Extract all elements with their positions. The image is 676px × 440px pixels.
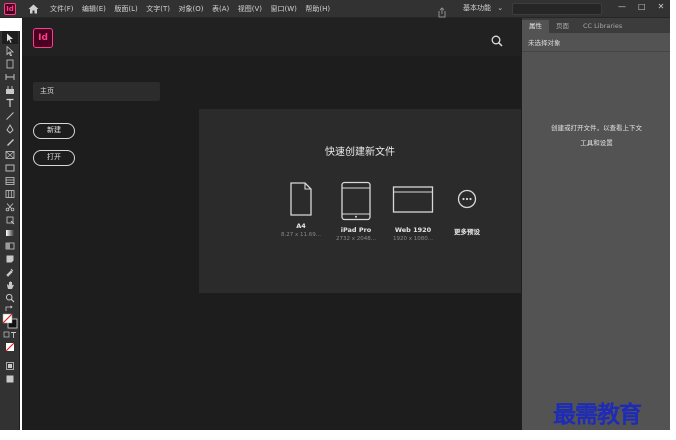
menu-bar: Id 文件(F) 编辑(E) 版面(L) 文字(T) 对象(O) 表(A) 视图… [0, 0, 670, 18]
menu-help[interactable]: 帮助(H) [305, 4, 330, 14]
home-header: Id [22, 18, 521, 56]
free-transform-tool-icon[interactable] [2, 213, 18, 226]
new-button[interactable]: 新建 [33, 123, 75, 139]
page-tool-icon[interactable] [2, 57, 18, 70]
preset-name: 更多预设 [454, 228, 480, 236]
workspace-label: 基本功能 [463, 4, 491, 12]
home-icon[interactable] [26, 2, 40, 16]
menu-edit[interactable]: 编辑(E) [82, 4, 106, 14]
swap-colors-icon[interactable] [2, 304, 18, 312]
menu-file[interactable]: 文件(F) [50, 4, 74, 14]
screen-mode-icon[interactable] [2, 372, 18, 385]
nav-item-home[interactable]: 主页 [33, 82, 160, 101]
preset-size: 1920 x 1080... [393, 236, 433, 242]
tab-properties[interactable]: 属性 [522, 20, 549, 33]
preset-size: 2732 x 2048... [336, 236, 376, 242]
hand-tool-icon[interactable] [2, 278, 18, 291]
panel-message-line1: 创建或打开文件，以查看上下文 [551, 124, 642, 132]
preset-a4[interactable]: A4 8.27 x 11.69... [271, 181, 331, 238]
preset-ipad-pro[interactable]: iPad Pro 2732 x 2048... [326, 181, 386, 242]
quick-create-panel: 快速创建新文件 A4 8.27 x 11.69... iPad Pro 2732… [199, 109, 521, 293]
menu-view[interactable]: 视图(V) [238, 4, 262, 14]
indesign-logo: Id [33, 28, 53, 48]
quick-create-title: 快速创建新文件 [325, 147, 395, 158]
page-icon [290, 182, 312, 216]
rectangle-tool-icon[interactable] [2, 161, 18, 174]
open-button[interactable]: 打开 [33, 150, 75, 166]
panel-message: 创建或打开文件，以查看上下文 工具和设置 [532, 121, 661, 151]
maximize-button[interactable]: □ [638, 2, 646, 11]
menu-table[interactable]: 表(A) [212, 4, 229, 14]
browser-icon [392, 186, 434, 213]
pen-tool-icon[interactable] [2, 122, 18, 135]
vertical-grid-tool-icon[interactable] [2, 187, 18, 200]
chevron-down-icon: ⌄ [497, 4, 504, 12]
content-collector-icon[interactable] [2, 83, 18, 96]
minimize-button[interactable]: — [618, 2, 626, 11]
search-input[interactable] [512, 3, 602, 15]
tablet-icon [341, 181, 371, 221]
zoom-tool-icon[interactable] [2, 291, 18, 304]
properties-panel: 属性 页面 CC Libraries 未选择对象 创建或打开文件，以查看上下文 … [521, 18, 670, 430]
eyedropper-tool-icon[interactable] [2, 265, 18, 278]
formatting-affects-icon[interactable] [2, 330, 18, 340]
type-tool-icon[interactable] [2, 96, 18, 109]
rectangle-frame-tool-icon[interactable] [2, 148, 18, 161]
tab-cc-libraries[interactable]: CC Libraries [576, 20, 629, 33]
panel-tabs: 属性 页面 CC Libraries [522, 18, 670, 33]
view-mode-icon[interactable] [2, 359, 18, 372]
fill-stroke-icon[interactable] [2, 312, 18, 330]
direct-selection-tool-icon[interactable] [2, 44, 18, 57]
search-icon[interactable] [491, 32, 503, 51]
preset-name: iPad Pro [340, 226, 372, 234]
preset-web-1920[interactable]: Web 1920 1920 x 1080... [383, 181, 443, 242]
preset-size: 8.27 x 11.69... [281, 232, 321, 238]
tab-pages[interactable]: 页面 [549, 20, 576, 33]
preset-name: Web 1920 [394, 226, 432, 234]
horizontal-grid-tool-icon[interactable] [2, 174, 18, 187]
gradient-feather-tool-icon[interactable] [2, 239, 18, 252]
window-bottom-edge [0, 430, 676, 440]
gradient-tool-icon[interactable] [2, 226, 18, 239]
workspace-switcher[interactable]: 基本功能 ⌄ [463, 3, 503, 13]
tools-panel [0, 31, 20, 430]
menu-object[interactable]: 对象(O) [179, 4, 204, 14]
app-icon: Id [4, 2, 16, 15]
menu-type[interactable]: 文字(T) [146, 4, 170, 14]
more-icon [457, 189, 477, 209]
pencil-tool-icon[interactable] [2, 135, 18, 148]
preset-name: A4 [296, 222, 306, 230]
selection-status: 未选择对象 [522, 33, 670, 52]
menu-window[interactable]: 窗口(W) [271, 4, 297, 14]
note-tool-icon[interactable] [2, 252, 18, 265]
apply-none-icon[interactable] [2, 340, 18, 353]
menu-layout[interactable]: 版面(L) [114, 4, 137, 14]
watermark-logo: 最需教育 [553, 401, 642, 428]
gap-tool-icon[interactable] [2, 70, 18, 83]
window-edge [670, 0, 676, 440]
scissors-tool-icon[interactable] [2, 200, 18, 213]
close-button[interactable]: ✕ [658, 2, 665, 11]
line-tool-icon[interactable] [2, 109, 18, 122]
window-controls: — □ ✕ [618, 2, 664, 11]
home-screen: Id 主页 新建 打开 快速创建新文件 A4 8.27 x 11.69... i… [22, 18, 521, 430]
panel-message-line2: 工具和设置 [580, 139, 613, 147]
selection-tool-icon[interactable] [2, 31, 18, 44]
preset-more[interactable]: 更多预设 [437, 181, 497, 238]
menu-items: 文件(F) 编辑(E) 版面(L) 文字(T) 对象(O) 表(A) 视图(V)… [50, 4, 339, 14]
